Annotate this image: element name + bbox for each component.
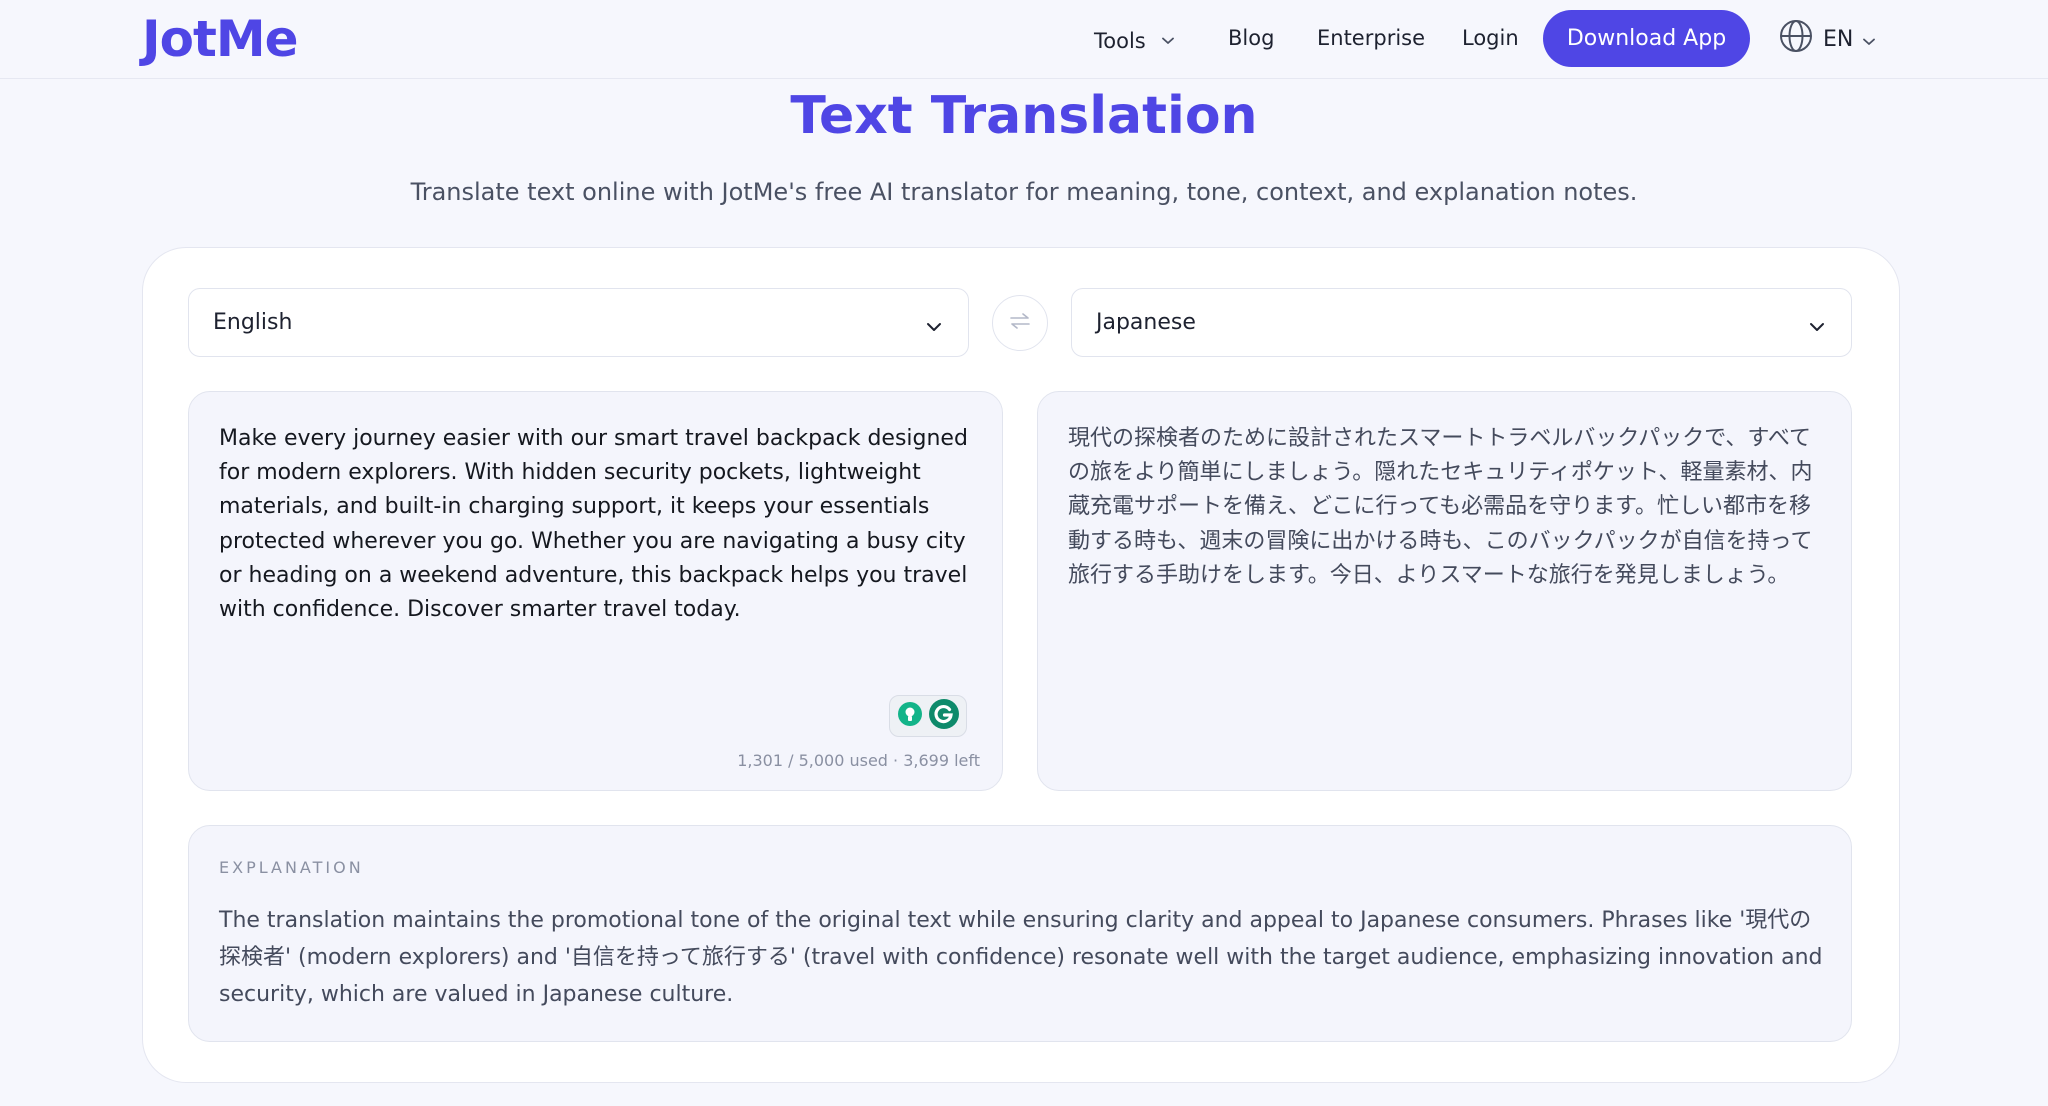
swap-arrows-icon: [1008, 312, 1032, 334]
nav-tools[interactable]: Tools: [1094, 26, 1175, 53]
writing-assistant-widget[interactable]: [889, 695, 967, 737]
chevron-down-icon: [1809, 313, 1825, 338]
source-textarea[interactable]: Make every journey easier with our smart…: [219, 422, 979, 627]
translated-text-panel: 現代の探検者のために設計されたスマートトラベルバックパックで、すべての旅をより簡…: [1037, 391, 1852, 791]
globe-icon: [1779, 19, 1813, 59]
chevron-down-icon: [1863, 27, 1876, 52]
jotme-logo[interactable]: JotMe: [142, 10, 299, 68]
translated-text: 現代の探検者のために設計されたスマートトラベルバックパックで、すべての旅をより簡…: [1068, 426, 1813, 588]
nav-tools-label: Tools: [1094, 29, 1146, 53]
character-count: 1,301 / 5,000 used · 3,699 left: [737, 751, 980, 770]
swap-languages-button[interactable]: [992, 295, 1048, 351]
download-app-button[interactable]: Download App: [1543, 10, 1750, 67]
explanation-label: EXPLANATION: [219, 858, 364, 877]
page-subtitle: Translate text online with JotMe's free …: [410, 178, 1638, 206]
nav-login[interactable]: Login: [1462, 26, 1519, 50]
chevron-down-icon: [1162, 26, 1175, 50]
chevron-down-icon: [926, 313, 942, 338]
lightbulb-icon: [897, 701, 923, 731]
explanation-panel: EXPLANATION The translation maintains th…: [188, 825, 1852, 1042]
nav-blog[interactable]: Blog: [1228, 26, 1274, 50]
site-header: JotMe Tools Blog Enterprise Login Downlo…: [0, 0, 2048, 79]
page-title: Text Translation: [790, 86, 1258, 146]
language-code: EN: [1823, 26, 1854, 52]
source-text-panel[interactable]: Make every journey easier with our smart…: [188, 391, 1003, 791]
target-language-value: Japanese: [1096, 310, 1196, 335]
nav-enterprise[interactable]: Enterprise: [1317, 26, 1425, 50]
source-language-value: English: [213, 310, 293, 335]
grammarly-icon: [928, 698, 960, 734]
source-language-select[interactable]: English: [188, 288, 969, 357]
target-language-select[interactable]: Japanese: [1071, 288, 1852, 357]
language-selector[interactable]: EN: [1779, 19, 1876, 59]
explanation-text: The translation maintains the promotiona…: [219, 908, 1823, 1007]
